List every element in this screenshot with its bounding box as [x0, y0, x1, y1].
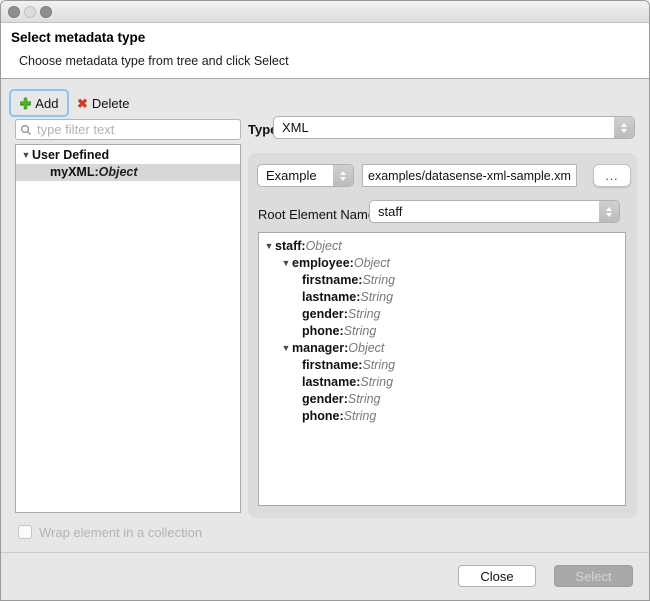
schema-tree-row[interactable]: ▼ phone : String — [259, 323, 625, 340]
schema-tree-row[interactable]: ▼ firstname : String — [259, 272, 625, 289]
add-button[interactable]: ✚ Add — [9, 89, 69, 117]
wrap-collection-label: Wrap element in a collection — [39, 525, 202, 540]
chevron-down-icon[interactable]: ▼ — [20, 147, 32, 164]
footer-divider — [1, 552, 649, 553]
schema-tree-row[interactable]: ▼ gender : String — [259, 306, 625, 323]
schema-tree-row[interactable]: ▼ staff : Object — [259, 238, 625, 255]
chevron-down-icon[interactable]: ▼ — [263, 238, 275, 255]
node-name: firstname — [302, 357, 358, 374]
node-name: phone — [302, 323, 340, 340]
browse-button[interactable]: ... — [593, 164, 631, 187]
browse-button-label: ... — [605, 169, 618, 183]
minimize-window-icon[interactable] — [24, 6, 36, 18]
node-type: Object — [348, 340, 384, 357]
dialog-message: Choose metadata type from tree and click… — [19, 54, 289, 68]
page-title: Select metadata type — [11, 30, 145, 45]
node-type: Object — [354, 255, 390, 272]
tree-item-type: Object — [99, 164, 138, 181]
tree-item-myxml[interactable]: myXML : Object — [16, 164, 240, 181]
select-button[interactable]: Select — [554, 565, 633, 587]
filter-field — [15, 119, 241, 140]
schema-tree-row[interactable]: ▼ firstname : String — [259, 357, 625, 374]
root-element-dropdown[interactable]: staff — [369, 200, 620, 223]
root-element-name-label: Root Element Name — [258, 207, 375, 222]
source-mode-value: Example — [258, 168, 333, 183]
close-button[interactable]: Close — [458, 565, 536, 587]
node-type: String — [344, 323, 377, 340]
tree-item-user-defined[interactable]: ▼ User Defined — [16, 147, 240, 164]
type-dropdown[interactable]: XML — [273, 116, 635, 139]
chevron-down-icon[interactable]: ▼ — [280, 255, 292, 272]
popup-stepper-icon — [333, 165, 353, 186]
chevron-down-icon[interactable]: ▼ — [280, 340, 292, 357]
schema-tree-row[interactable]: ▼ employee : Object — [259, 255, 625, 272]
filter-input[interactable] — [35, 121, 236, 138]
node-type: String — [344, 408, 377, 425]
schema-tree-row[interactable]: ▼ lastname : String — [259, 289, 625, 306]
node-name: firstname — [302, 272, 358, 289]
metadata-type-tree: ▼ User Defined myXML : Object — [15, 144, 241, 513]
node-type: String — [362, 357, 395, 374]
schema-tree-row[interactable]: ▼ lastname : String — [259, 374, 625, 391]
tree-item-label: User Defined — [32, 147, 109, 164]
schema-tree-row[interactable]: ▼ gender : String — [259, 391, 625, 408]
search-icon — [20, 124, 32, 136]
title-bar — [1, 1, 649, 23]
root-element-value: staff — [370, 204, 599, 219]
popup-stepper-icon — [599, 201, 619, 222]
schema-structure-tree: ▼ staff : Object ▼ employee : Object ▼ f… — [258, 232, 626, 506]
popup-stepper-icon — [614, 117, 634, 138]
node-name: lastname — [302, 289, 356, 306]
source-mode-dropdown[interactable]: Example — [257, 164, 354, 187]
wrap-collection-checkbox[interactable] — [18, 525, 32, 539]
close-button-label: Close — [480, 569, 513, 584]
tree-item-name: myXML — [50, 164, 94, 181]
node-type: String — [348, 306, 381, 323]
zoom-window-icon[interactable] — [40, 6, 52, 18]
close-window-icon[interactable] — [8, 6, 20, 18]
node-type: String — [360, 289, 393, 306]
node-name: gender — [302, 306, 344, 323]
node-name: gender — [302, 391, 344, 408]
example-path-input[interactable] — [362, 164, 577, 187]
node-type: String — [348, 391, 381, 408]
schema-tree-row[interactable]: ▼ phone : String — [259, 408, 625, 425]
node-name: staff — [275, 238, 301, 255]
node-name: phone — [302, 408, 340, 425]
schema-tree-row[interactable]: ▼ manager : Object — [259, 340, 625, 357]
select-metadata-type-dialog: Select metadata type Choose metadata typ… — [0, 0, 650, 601]
add-button-label: Add — [35, 96, 58, 111]
node-name: lastname — [302, 374, 356, 391]
delete-button-label: Delete — [92, 96, 130, 111]
node-name: employee — [292, 255, 350, 272]
type-dropdown-value: XML — [274, 120, 614, 135]
select-button-label: Select — [575, 569, 611, 584]
node-name: manager — [292, 340, 344, 357]
node-type: String — [362, 272, 395, 289]
dialog-header: Select metadata type Choose metadata typ… — [1, 23, 649, 79]
delete-button[interactable]: ✖ Delete — [73, 91, 133, 115]
x-icon: ✖ — [77, 97, 88, 110]
node-type: Object — [306, 238, 342, 255]
node-type: String — [360, 374, 393, 391]
plus-icon: ✚ — [20, 96, 32, 110]
